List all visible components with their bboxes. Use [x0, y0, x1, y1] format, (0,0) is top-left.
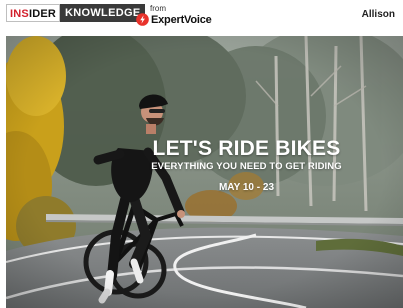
from-label: from [150, 4, 166, 13]
expertvoice-attribution[interactable]: from ExpertVoice [136, 4, 226, 28]
hero-banner[interactable]: LET'S RIDE BIKES EVERYTHING YOU NEED TO … [6, 36, 403, 308]
knowledge-logo-text: KNOWLEDGE [60, 4, 146, 22]
user-menu-name[interactable]: Allison [362, 9, 395, 20]
insider-prefix: INS [10, 8, 29, 20]
top-bar: INSIDER KNOWLEDGE from ExpertVoice Allis… [0, 0, 403, 34]
hero-headline-block: LET'S RIDE BIKES EVERYTHING YOU NEED TO … [6, 137, 403, 173]
hero-headline: LET'S RIDE BIKES [152, 137, 341, 160]
expertvoice-name: ExpertVoice [151, 13, 212, 26]
hero-cyclist-photo [6, 36, 403, 308]
expertvoice-logo-icon [136, 13, 149, 26]
hero-subheadline: EVERYTHING YOU NEED TO GET RIDING [151, 161, 342, 172]
insider-knowledge-logo[interactable]: INSIDER KNOWLEDGE [6, 4, 146, 22]
insider-rest: IDER [28, 8, 57, 20]
hero-dates: MAY 10 - 23 [218, 182, 275, 193]
insider-logo-text: INSIDER [6, 4, 61, 22]
